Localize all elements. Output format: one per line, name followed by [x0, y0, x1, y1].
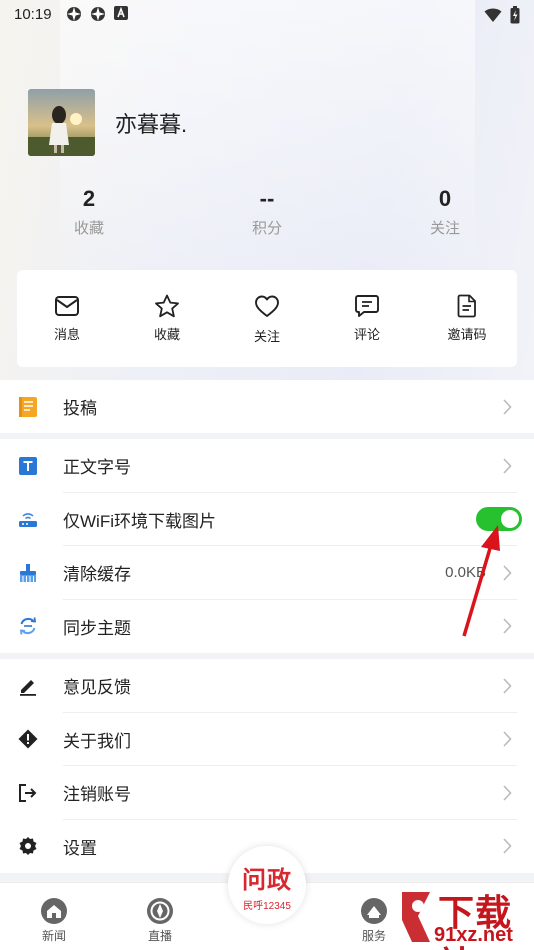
tab-service[interactable]: 服务	[344, 897, 404, 944]
notebook-icon	[18, 396, 38, 417]
center-tab-wenzheng[interactable]: 问政 民呼12345	[228, 846, 306, 924]
tab-label: 服务	[361, 929, 386, 943]
quick-action-favorites[interactable]: 收藏	[127, 294, 207, 343]
chevron-right-icon	[503, 399, 512, 415]
stat-label: 关注	[429, 220, 460, 237]
quick-action-label: 关注	[253, 329, 280, 344]
battery-icon	[510, 6, 520, 28]
menu-label: 意见反馈	[63, 678, 131, 698]
menu-group-account: 意见反馈 关于我们 注销账号 设置	[0, 659, 534, 873]
tab-label: 直播	[147, 929, 172, 943]
tab-label: 新闻	[41, 929, 66, 943]
sync-icon	[18, 616, 38, 636]
toggle-knob	[501, 510, 519, 529]
menu-label: 关于我们	[63, 731, 131, 751]
quick-action-label: 消息	[53, 327, 80, 342]
username: 亦暮暮.	[115, 111, 188, 137]
chevron-right-icon	[503, 678, 512, 694]
tab-news[interactable]: 新闻	[24, 897, 84, 944]
stat-label: 积分	[251, 220, 282, 237]
menu-row-wifi-only: 仅WiFi环境下载图片	[0, 493, 534, 546]
menu-label: 仅WiFi环境下载图片	[63, 511, 216, 531]
mail-icon	[55, 296, 79, 316]
chevron-right-icon	[503, 618, 512, 634]
tab-live[interactable]: 直播	[130, 897, 190, 944]
menu-row-font-size[interactable]: 正文字号	[0, 439, 534, 493]
status-right	[484, 6, 520, 28]
center-tab-title: 问政	[242, 867, 292, 894]
status-bar: 10:19	[0, 0, 534, 28]
heart-icon	[255, 295, 279, 317]
service-icon	[361, 898, 387, 924]
stat-value: --	[259, 186, 275, 211]
menu-label: 设置	[63, 838, 97, 858]
logout-icon	[18, 783, 38, 803]
stat-points[interactable]: -- 积分	[227, 186, 307, 238]
stat-value: 0	[438, 186, 452, 211]
quick-action-label: 收藏	[153, 327, 180, 342]
broom-icon	[18, 563, 38, 583]
avatar[interactable]	[28, 89, 95, 156]
router-icon	[18, 509, 38, 529]
quick-action-label: 评论	[353, 327, 380, 342]
watermark-url: 91xz.net	[434, 924, 513, 946]
menu-row-submit[interactable]: 投稿	[0, 380, 534, 434]
menu-row-clear-cache[interactable]: 清除缓存 0.0KB	[0, 546, 534, 600]
app-notification-icon	[90, 6, 106, 22]
menu-row-logout[interactable]: 注销账号	[0, 766, 534, 820]
wifi-only-toggle[interactable]	[476, 507, 522, 532]
star-icon	[155, 294, 179, 318]
quick-action-following[interactable]: 关注	[227, 294, 307, 345]
menu-row-sync-theme[interactable]: 同步主题	[0, 600, 534, 654]
chevron-right-icon	[503, 565, 512, 581]
stat-following[interactable]: 0 关注	[405, 186, 485, 238]
quick-action-label: 邀请码	[447, 327, 487, 342]
wifi-icon	[484, 7, 502, 27]
stat-value: 2	[82, 186, 96, 211]
keyboard-notification-icon	[113, 6, 130, 22]
quick-action-comments[interactable]: 评论	[327, 294, 407, 343]
menu-label: 正文字号	[63, 458, 131, 478]
cache-size-value: 0.0KB	[445, 564, 486, 582]
menu-group-display: 正文字号 仅WiFi环境下载图片 清除缓存 0.0KB 同步主题	[0, 439, 534, 653]
info-diamond-icon	[18, 729, 38, 749]
home-icon	[41, 898, 67, 924]
stat-favorites[interactable]: 2 收藏	[49, 186, 129, 238]
gear-icon	[18, 836, 38, 856]
live-icon	[147, 898, 173, 924]
menu-label: 注销账号	[63, 785, 131, 805]
center-tab-subtitle: 民呼12345	[243, 901, 291, 912]
comment-icon	[355, 295, 379, 317]
chevron-right-icon	[503, 731, 512, 747]
chevron-right-icon	[503, 785, 512, 801]
profile-section[interactable]: 亦暮暮.	[28, 89, 187, 156]
chevron-right-icon	[503, 838, 512, 854]
menu-label: 投稿	[63, 399, 97, 419]
quick-action-invite-code[interactable]: 邀请码	[427, 294, 507, 343]
app-notification-icon	[66, 6, 82, 22]
watermark-logo	[402, 892, 430, 942]
stat-label: 收藏	[73, 220, 104, 237]
quick-actions-card: 消息 收藏 关注 评论 邀请码	[17, 270, 517, 367]
menu-row-feedback[interactable]: 意见反馈	[0, 659, 534, 713]
text-size-icon	[18, 456, 38, 476]
document-icon	[457, 294, 476, 318]
chevron-right-icon	[503, 458, 512, 474]
quick-action-messages[interactable]: 消息	[27, 294, 107, 343]
menu-label: 清除缓存	[63, 565, 131, 585]
menu-group-submit: 投稿	[0, 380, 534, 433]
site-watermark: 下载站 91xz.net	[398, 884, 534, 950]
status-time: 10:19	[14, 5, 52, 23]
menu-label: 同步主题	[63, 618, 131, 638]
pencil-icon	[18, 676, 38, 696]
menu-row-about[interactable]: 关于我们	[0, 713, 534, 766]
